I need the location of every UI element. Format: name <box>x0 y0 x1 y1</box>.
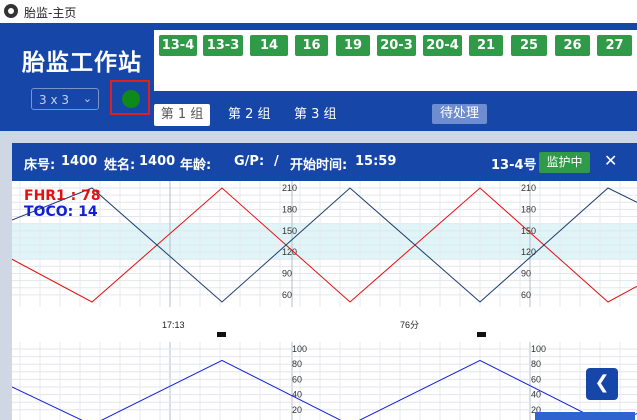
close-icon[interactable]: ✕ <box>604 151 617 170</box>
connection-status-icon <box>122 90 140 108</box>
layout-select[interactable]: 3 x 3 ⌄ <box>31 88 99 110</box>
age-label: 年龄: <box>180 158 212 173</box>
start-time-value: 15:59 <box>355 154 397 169</box>
window-title: 胎监-主页 <box>24 6 77 20</box>
bed-button-panel: 13-4 13-3 14 16 19 20-3 20-4 21 25 26 27 <box>154 30 637 91</box>
bed-button-19[interactable]: 19 <box>336 35 370 56</box>
start-time-label: 开始时间: <box>290 158 348 173</box>
gp-label: G/P: <box>234 154 265 169</box>
toco-legend: TOCO: 14 <box>24 204 98 220</box>
chevron-down-icon: ⌄ <box>82 92 92 105</box>
gp-value: / <box>274 154 279 169</box>
fhr1-legend: FHR1 : 78 <box>24 188 101 204</box>
event-marker <box>217 332 226 337</box>
bed-tag: 13-4号 <box>491 158 537 173</box>
app-logo-icon <box>4 4 18 18</box>
fhr-axis-tick-label: 60 <box>282 290 292 300</box>
fhr-axis-tick-label: 180 <box>282 204 297 214</box>
bed-button-20-3[interactable]: 20-3 <box>377 35 416 56</box>
fhr-axis-tick-label: 210 <box>521 183 536 193</box>
chart-grid <box>12 181 637 420</box>
bed-number-value: 1400 <box>61 154 98 169</box>
horizontal-scrollbar[interactable] <box>535 412 635 420</box>
bed-button-13-3[interactable]: 13-3 <box>203 35 243 56</box>
toco-axis-tick-label: 60 <box>292 374 302 384</box>
patient-info-bar: 床号: 1400 姓名: 1400 年龄: G/P: / 开始时间: 15:59… <box>12 143 637 181</box>
toco-axis-tick-label: 80 <box>292 359 302 369</box>
bed-number-label: 床号: <box>24 158 56 173</box>
fhr-axis-tick-label: 210 <box>282 183 297 193</box>
fhr-axis-tick-label: 120 <box>521 247 536 257</box>
monitoring-status-badge: 监护中 <box>539 152 590 173</box>
event-marker <box>477 332 486 337</box>
toco-axis-tick-label: 100 <box>531 344 546 354</box>
fhr-axis-tick-label: 60 <box>521 290 531 300</box>
fhr-axis-tick-label: 90 <box>521 269 531 279</box>
time-label: 17:13 <box>162 320 185 330</box>
app-header: 胎监工作站 13-4 13-3 14 16 19 20-3 20-4 21 25… <box>0 23 637 131</box>
bed-button-27[interactable]: 27 <box>597 35 632 56</box>
toco-axis-tick-label: 60 <box>531 374 541 384</box>
elapsed-time-label: 76分 <box>400 320 419 330</box>
toco-axis-tick-label: 100 <box>292 344 307 354</box>
tab-group-2[interactable]: 第 2 组 <box>228 104 271 126</box>
toco-axis-tick-label: 40 <box>531 390 541 400</box>
monitor-card: 床号: 1400 姓名: 1400 年龄: G/P: / 开始时间: 15:59… <box>12 143 637 420</box>
collapse-panel-button[interactable]: ❮ <box>586 368 618 400</box>
name-label: 姓名: <box>104 158 136 173</box>
fhr-axis-tick-label: 150 <box>282 226 297 236</box>
station-title: 胎监工作站 <box>22 50 142 76</box>
fhr-normal-band <box>12 223 637 260</box>
toco-axis-tick-label: 80 <box>531 359 541 369</box>
bed-button-25[interactable]: 25 <box>511 35 547 56</box>
name-value: 1400 <box>139 154 176 169</box>
bed-button-20-4[interactable]: 20-4 <box>423 35 462 56</box>
bed-button-21[interactable]: 21 <box>469 35 503 56</box>
chart-lines <box>12 187 637 420</box>
pending-button[interactable]: 待处理 <box>432 104 487 124</box>
ctg-chart: 6090120150180210609012015018021017:13 76分… <box>12 181 637 420</box>
fhr-axis-tick-label: 180 <box>521 204 536 214</box>
chevron-left-icon: ❮ <box>594 372 610 393</box>
layout-select-value: 3 x 3 <box>39 93 69 107</box>
tab-group-3[interactable]: 第 3 组 <box>294 104 337 126</box>
tab-group-1[interactable]: 第 1 组 <box>154 104 210 126</box>
bed-button-14[interactable]: 14 <box>250 35 288 56</box>
toco-axis-tick-label: 20 <box>292 405 302 415</box>
connection-status-highlight[interactable] <box>110 80 150 115</box>
bed-button-16[interactable]: 16 <box>295 35 328 56</box>
bed-button-26[interactable]: 26 <box>555 35 590 56</box>
bed-button-13-4[interactable]: 13-4 <box>159 35 197 56</box>
fhr-axis-tick-label: 90 <box>282 269 292 279</box>
window-title-bar: 胎监-主页 <box>0 0 637 24</box>
